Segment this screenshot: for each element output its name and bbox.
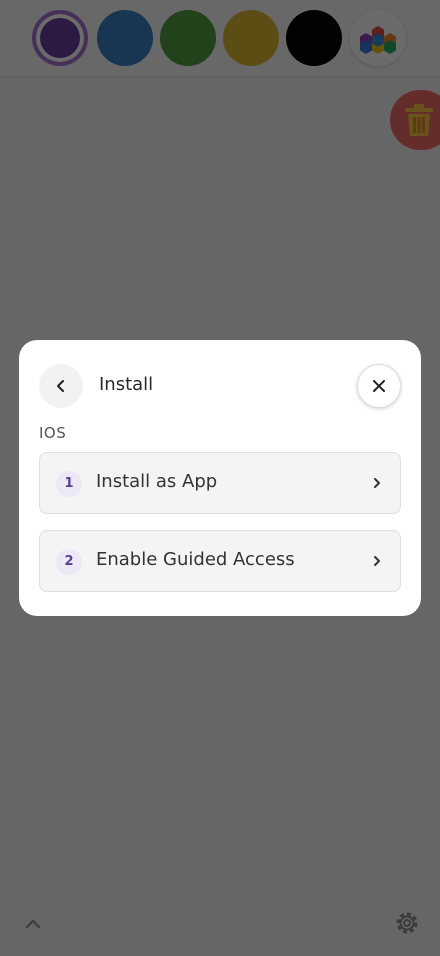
step-install-as-app[interactable]: 1 Install as App: [39, 452, 401, 514]
close-icon: [373, 380, 385, 392]
chevron-right-icon: [374, 556, 380, 566]
dialog-title: Install: [99, 374, 154, 395]
step-label: Enable Guided Access: [96, 549, 295, 570]
step-enable-guided-access[interactable]: 2 Enable Guided Access: [39, 530, 401, 592]
step-number: 2: [56, 549, 82, 575]
chevron-right-icon: [374, 478, 380, 488]
chevron-left-icon: [57, 380, 64, 392]
close-button[interactable]: [357, 364, 401, 408]
install-dialog: Install iOS 1 Install as App 2 Enable Gu…: [19, 340, 421, 616]
section-label-ios: iOS: [39, 424, 67, 442]
back-button[interactable]: [39, 364, 83, 408]
step-label: Install as App: [96, 471, 218, 492]
step-number: 1: [56, 471, 82, 497]
